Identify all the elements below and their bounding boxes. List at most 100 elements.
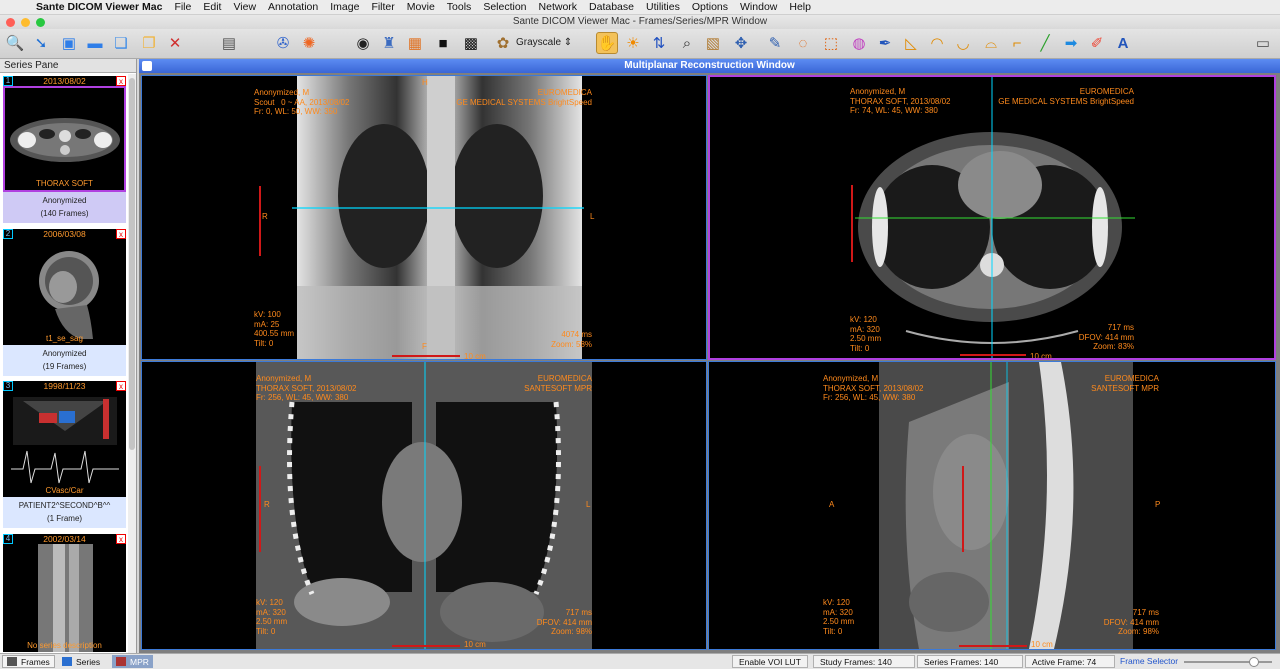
series-thumbnail[interactable]: CVasc/Car: [3, 391, 126, 497]
cobb-angle-icon[interactable]: ⌓: [980, 32, 1002, 54]
menu-database[interactable]: Database: [583, 1, 640, 13]
mpr-window-icon[interactable]: [142, 61, 152, 71]
eye-icon[interactable]: ◉: [352, 32, 374, 54]
arc-icon[interactable]: ◠: [926, 32, 948, 54]
overlay-bottom-left: kV: 120 mA: 320 2.50 mm Tilt: 0: [823, 598, 855, 636]
arc2-icon[interactable]: ◡: [952, 32, 974, 54]
rectangle-roi-icon[interactable]: ⬚: [820, 32, 842, 54]
fit-icon[interactable]: ✥: [730, 32, 752, 54]
overlay-top-left: Anonymized, M Scout 0 ~ AA, 2013/08/02 F…: [254, 88, 350, 116]
window-controls: [6, 18, 45, 27]
menu-image[interactable]: Image: [324, 1, 365, 13]
menu-options[interactable]: Options: [686, 1, 734, 13]
coronal-image: [256, 362, 592, 649]
text-annotation-icon[interactable]: A: [1112, 32, 1134, 54]
folder-icon[interactable]: ▬: [84, 32, 106, 54]
menu-filter[interactable]: Filter: [365, 1, 400, 13]
enable-voi-lut-button[interactable]: Enable VOI LUT: [732, 655, 808, 668]
close-series-icon[interactable]: x: [116, 229, 126, 239]
series-thumbnail[interactable]: t1_se_sag: [3, 239, 126, 345]
angle-icon[interactable]: ◺: [900, 32, 922, 54]
color-palette-icon[interactable]: ✿: [492, 32, 514, 54]
magnify-icon[interactable]: ▧: [702, 32, 724, 54]
magic-tool-icon[interactable]: ✺: [298, 32, 320, 54]
print-icon[interactable]: ▤: [218, 32, 240, 54]
viewport-scout[interactable]: Anonymized, M Scout 0 ~ AA, 2013/08/02 F…: [141, 75, 707, 360]
close-series-icon[interactable]: x: [116, 381, 126, 391]
series-pane-scrollbar[interactable]: [128, 74, 136, 653]
orientation-bottom: F: [422, 342, 427, 351]
main-toolbar: 🔍 ➘ ▣ ▬ ❏ ❐ ✕ ▤ ✇ ✺ ◉ ♜ ▦ ■ ▩ ✿ Grayscal…: [0, 29, 1280, 59]
open-file-icon[interactable]: 🔍: [4, 32, 26, 54]
sidebar-toggle-icon[interactable]: ▭: [1252, 32, 1274, 54]
tab-mpr[interactable]: MPR: [112, 655, 153, 668]
menu-network[interactable]: Network: [533, 1, 584, 13]
axial-image: [851, 77, 1135, 358]
orientation-left: R: [262, 212, 268, 221]
close-window-icon[interactable]: [6, 18, 15, 27]
invert-icon[interactable]: ■: [432, 32, 454, 54]
menu-window[interactable]: Window: [734, 1, 783, 13]
viewport-axial[interactable]: Anonymized, M THORAX SOFT, 2013/08/02 Fr…: [708, 75, 1276, 360]
series-thumbnail[interactable]: No series description: [3, 544, 126, 652]
menu-bar: Sante DICOM Viewer Mac File Edit View An…: [0, 0, 1280, 15]
brightness-icon[interactable]: ☀: [622, 32, 644, 54]
overlay-bottom-right: 4074 ms Zoom: 58%: [551, 330, 592, 349]
eraser-icon[interactable]: ✐: [1086, 32, 1108, 54]
menu-view[interactable]: View: [227, 1, 262, 13]
line-icon[interactable]: ╱: [1034, 32, 1056, 54]
viewport-coronal[interactable]: Anonymized, M THORAX SOFT, 2013/08/02 Fr…: [141, 361, 707, 650]
close-series-icon[interactable]: x: [116, 76, 126, 86]
overlay-bottom-left: kV: 120 mA: 320 2.50 mm Tilt: 0: [256, 598, 288, 636]
viewport-sagittal[interactable]: Anonymized, M THORAX SOFT, 2013/08/02 Fr…: [708, 361, 1276, 650]
close-series-icon[interactable]: x: [116, 534, 126, 544]
pointer-icon[interactable]: ✎: [764, 32, 786, 54]
series-card-2[interactable]: 2 2006/03/08 x t1_se_sag Anonymized (19 …: [3, 229, 126, 376]
tab-frames[interactable]: Frames: [2, 655, 55, 668]
orientation-right: L: [590, 212, 595, 221]
menu-selection[interactable]: Selection: [477, 1, 532, 13]
frame-selector-slider[interactable]: [1184, 657, 1272, 667]
series-card-1[interactable]: 1 2013/08/02 x THORAX SOFT Anonymized (1…: [3, 76, 126, 223]
palette-grid-icon[interactable]: ▦: [404, 32, 426, 54]
scout-image: [259, 76, 584, 359]
menu-utilities[interactable]: Utilities: [640, 1, 686, 13]
pen-icon[interactable]: ✒: [874, 32, 896, 54]
series-description: CVasc/Car: [45, 486, 84, 495]
zoom-icon[interactable]: ⌕: [676, 32, 698, 54]
arrow-icon[interactable]: ➡: [1060, 32, 1082, 54]
orientation-top: H: [422, 78, 428, 87]
open-window-icon[interactable]: ▣: [58, 32, 80, 54]
corner-icon[interactable]: ⌐: [1006, 32, 1028, 54]
stack-icon[interactable]: ❏: [110, 32, 132, 54]
series-thumbnail[interactable]: THORAX SOFT: [3, 86, 126, 192]
pan-hand-icon[interactable]: ✋: [596, 32, 618, 54]
frame-selector-knob[interactable]: [1248, 657, 1259, 667]
color-wheel-icon[interactable]: ◍: [848, 32, 870, 54]
tab-series[interactable]: Series: [58, 655, 104, 668]
window-level-icon[interactable]: ▩: [460, 32, 482, 54]
menu-file[interactable]: File: [168, 1, 197, 13]
menu-movie[interactable]: Movie: [401, 1, 441, 13]
scroll-icon[interactable]: ⇅: [648, 32, 670, 54]
series-date: 2006/03/08: [43, 229, 86, 239]
series-card-4[interactable]: 4 2002/03/14 x No series description: [3, 534, 126, 652]
import-icon[interactable]: ➘: [30, 32, 52, 54]
menu-app-name[interactable]: Sante DICOM Viewer Mac: [34, 1, 168, 13]
minimize-window-icon[interactable]: [21, 18, 30, 27]
zoom-window-icon[interactable]: [36, 18, 45, 27]
ellipse-roi-icon[interactable]: ◌: [792, 32, 814, 54]
menu-annotation[interactable]: Annotation: [262, 1, 324, 13]
menu-tools[interactable]: Tools: [441, 1, 478, 13]
menu-edit[interactable]: Edit: [197, 1, 227, 13]
rotate-tool-icon[interactable]: ✇: [272, 32, 294, 54]
copy-icon[interactable]: ❐: [138, 32, 160, 54]
scrollbar-thumb[interactable]: [129, 78, 135, 450]
lut-select[interactable]: Grayscale ⇕: [516, 37, 572, 48]
series-date: 2002/03/14: [43, 534, 86, 544]
dicom-tags-icon[interactable]: ♜: [378, 32, 400, 54]
overlay-bottom-left: kV: 100 mA: 25 400.55 mm Tilt: 0: [254, 310, 295, 348]
menu-help[interactable]: Help: [783, 1, 817, 13]
close-file-icon[interactable]: ✕: [164, 32, 186, 54]
series-card-3[interactable]: 3 1998/11/23 x CVasc/Car PATIENT2^SECOND…: [3, 381, 126, 528]
